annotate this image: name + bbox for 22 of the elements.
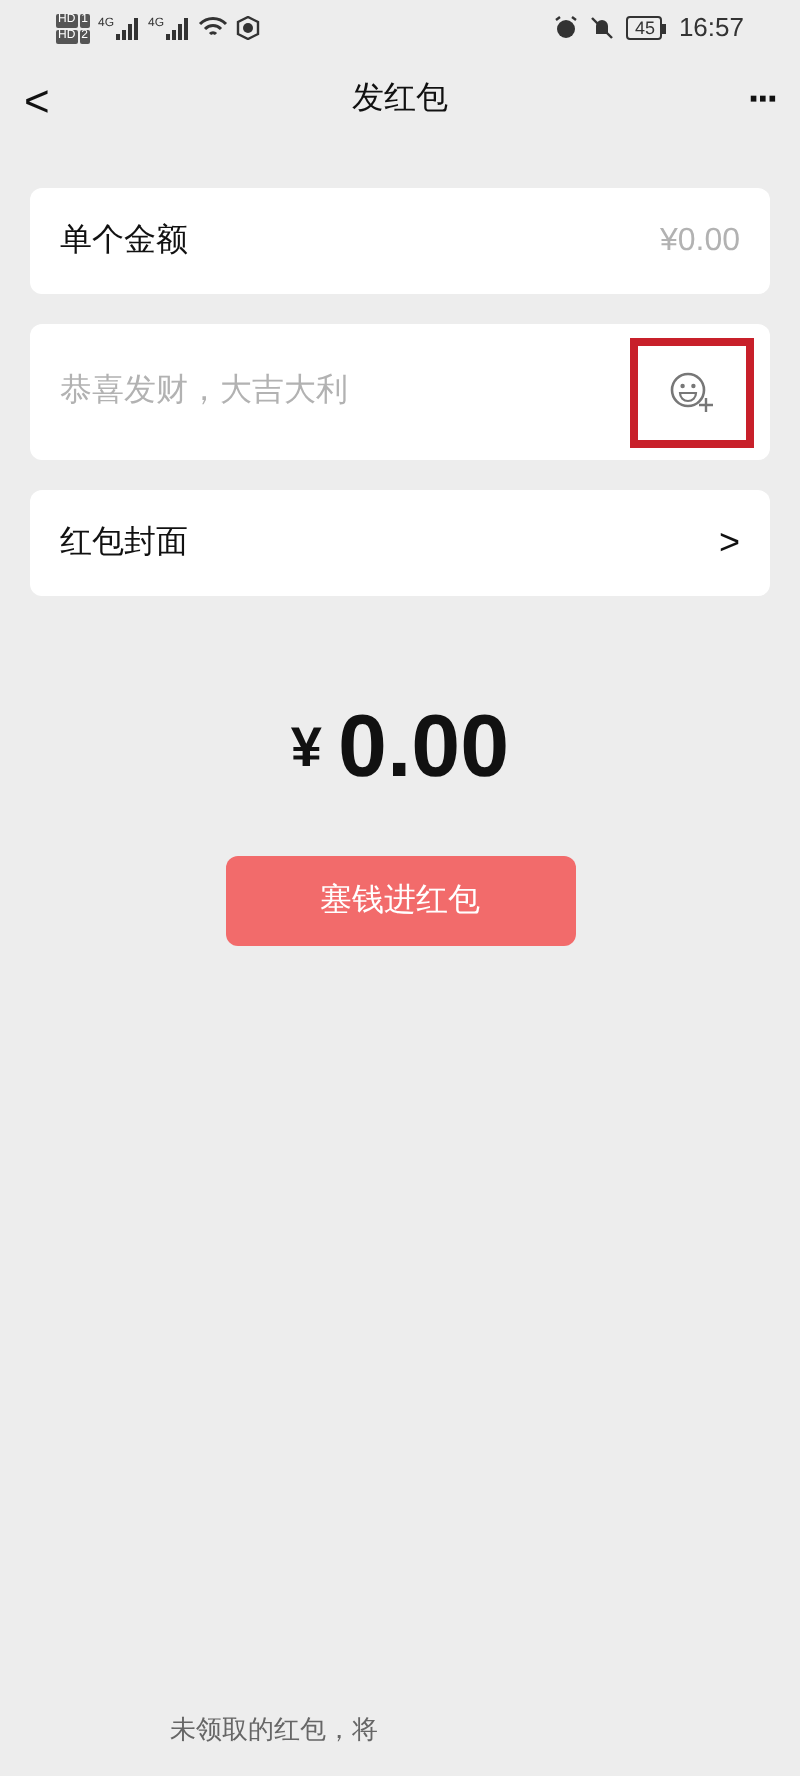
wifi-icon (198, 16, 229, 40)
chevron-icon: > (718, 516, 740, 570)
shield-icon (236, 16, 261, 40)
alarm-icon (554, 16, 579, 40)
message-input[interactable]: 恭喜发财，大吉大利 (60, 368, 630, 416)
emoji-add-icon[interactable] (668, 370, 716, 414)
message-field[interactable]: 恭喜发财，大吉大利 (30, 324, 770, 460)
cover-label: 红包封面 (60, 523, 188, 563)
page-title: 发红包 (352, 80, 448, 120)
muted-bell-icon (590, 16, 615, 40)
more-button[interactable]: ··· (716, 70, 776, 130)
amount-label: 单个金额 (60, 221, 188, 261)
battery-indicator: 45 (626, 16, 663, 40)
signal-icon (166, 17, 191, 39)
currency-symbol: ¥ (290, 714, 322, 782)
footer-note: 未领取的红包，将 (170, 1712, 378, 1748)
total-amount: 0.00 (337, 696, 510, 800)
status-time: 16:57 (678, 10, 744, 47)
back-button[interactable]: < (24, 67, 84, 133)
signal-icon (116, 17, 141, 39)
amount-input[interactable]: ¥0.00 (580, 217, 740, 265)
cover-row[interactable]: 红包封面 > (30, 490, 770, 596)
